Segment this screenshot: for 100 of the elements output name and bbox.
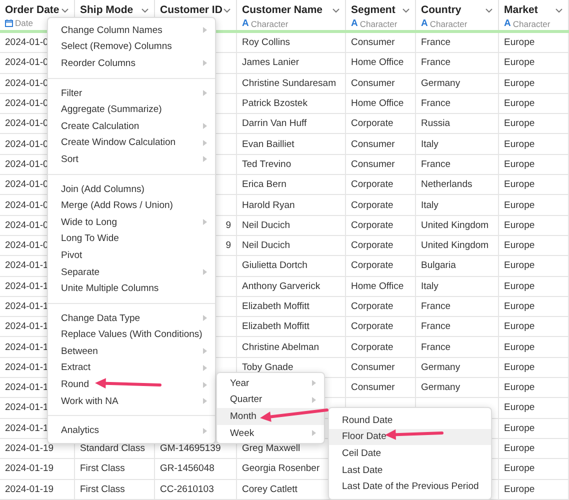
table-cell: GR-1456048 [160, 463, 214, 474]
table-cell: Italy [421, 200, 438, 211]
menu-item[interactable]: Last Date of the Previous Period [329, 478, 491, 495]
table-cell: Europe [504, 220, 535, 231]
menu-item[interactable]: Wide to Long [48, 214, 215, 231]
menu-item[interactable]: Filter [48, 84, 215, 102]
menu-item[interactable]: Round Date [329, 412, 491, 429]
menu-item[interactable]: Pivot [48, 247, 215, 264]
table-cell: 2024-01-0 [5, 37, 48, 48]
menu-item[interactable]: Last Date [329, 462, 491, 478]
table-cell: 2024-01-0 [5, 220, 48, 231]
menu-item[interactable]: Analytics [48, 422, 215, 440]
table-cell: 2024-01-0 [5, 78, 48, 89]
table-cell: 2024-01-0 [5, 138, 48, 150]
table-cell: Europe [504, 138, 535, 150]
table-cell: 2024-01-1 [5, 342, 48, 353]
column-title: Country [421, 4, 462, 16]
menu-item[interactable]: Reorder Columns [48, 55, 215, 72]
table-cell: Corey Catlett [242, 484, 298, 495]
table-cell: James Lanier [242, 57, 300, 68]
table-cell: 2024-01-1 [5, 382, 48, 394]
table-cell: Corporate [351, 301, 394, 312]
submenu-arrow-icon [203, 315, 207, 322]
table-cell: Bulgaria [421, 260, 456, 272]
table-cell: Europe [504, 321, 535, 332]
menu-item[interactable]: Ceil Date [329, 445, 491, 462]
menu-item[interactable]: Week [217, 424, 324, 442]
table-cell: Elizabeth Moffitt [242, 301, 310, 312]
table-cell: 9 [226, 220, 231, 231]
menu-item[interactable]: Replace Values (With Conditions) [48, 326, 215, 344]
menu-item[interactable]: Sort [48, 151, 215, 168]
menu-item[interactable]: Long To Wide [48, 230, 215, 248]
table-cell: 2024-01-1 [5, 321, 48, 332]
menu-item[interactable]: Round [48, 376, 215, 393]
menu-item[interactable]: Select (Remove) Columns [48, 38, 215, 56]
chevron-down-icon[interactable] [141, 8, 149, 12]
table-cell: Russia [421, 118, 450, 130]
table-cell: 2024-01-1 [5, 362, 48, 373]
table-cell: Europe [504, 240, 535, 252]
menu-item[interactable]: Merge (Add Rows / Union) [48, 197, 215, 214]
chevron-down-icon[interactable] [402, 8, 410, 12]
table-cell: 2024-01-0 [5, 98, 48, 110]
table-cell: Europe [504, 260, 535, 272]
column-type: Date [15, 18, 33, 28]
column-title: Order Date [5, 4, 60, 16]
menu-item[interactable]: Separate [48, 264, 215, 280]
column-header[interactable]: Segment A Character [346, 0, 416, 30]
column-header[interactable]: Market A Character [499, 0, 569, 30]
table-cell: Ted Trevino [242, 158, 292, 170]
menu-item[interactable]: Unite Multiple Columns [48, 280, 215, 297]
submenu-arrow-icon [203, 123, 207, 130]
table-cell: France [421, 301, 451, 312]
menu-item[interactable]: Aggregate (Summarize) [48, 101, 215, 118]
chevron-down-icon[interactable] [485, 8, 493, 12]
menu-item[interactable]: Work with NA [48, 392, 215, 410]
chevron-down-icon[interactable] [223, 8, 231, 12]
table-cell: Europe [504, 342, 535, 353]
table-cell: Christine Abelman [242, 342, 320, 353]
table-cell: Corporate [351, 220, 394, 231]
menu-item[interactable]: Join (Add Columns) [48, 180, 215, 198]
menu-item[interactable]: Quarter [217, 392, 324, 408]
menu-item[interactable]: Between [48, 343, 215, 360]
table-cell: Erica Bern [242, 179, 286, 190]
table-cell: Corporate [351, 118, 394, 130]
character-type-icon: A [351, 18, 358, 29]
table-cell: Roy Collins [242, 37, 290, 48]
menu-item[interactable]: Floor Date [329, 428, 491, 446]
table-cell: Neil Ducich [242, 220, 290, 231]
table-cell: Netherlands [421, 179, 472, 190]
chevron-down-icon[interactable] [61, 8, 69, 12]
chevron-down-icon[interactable] [332, 8, 340, 12]
table-cell: Europe [504, 280, 535, 292]
column-header[interactable]: Country A Character [416, 0, 499, 30]
menu-item[interactable]: Change Data Type [48, 310, 215, 326]
table-cell: Patrick Bzostek [242, 98, 308, 110]
table-cell: 2024-01-1 [5, 260, 48, 272]
calendar-icon [5, 19, 13, 27]
table-cell: 2024-01-0 [5, 158, 48, 170]
table-cell: Corporate [351, 321, 394, 332]
table-cell: Europe [504, 98, 535, 110]
table-cell: Europe [504, 57, 535, 68]
table-cell: Europe [504, 463, 535, 474]
chevron-down-icon[interactable] [555, 8, 563, 12]
table-cell: Corporate [351, 260, 394, 272]
column-header[interactable]: Customer Name A Character [237, 0, 346, 30]
menu-item[interactable]: Create Calculation [48, 118, 215, 135]
table-cell: Home Office [351, 98, 404, 110]
column-type: Character [360, 18, 398, 28]
table-cell: 2024-01-19 [5, 443, 54, 454]
table-cell: Home Office [351, 57, 404, 68]
table-cell: 2024-01-19 [5, 484, 54, 495]
submenu-arrow-icon [203, 382, 207, 388]
submenu-arrow-icon [203, 140, 207, 146]
submenu-arrow-icon [312, 430, 316, 436]
menu-item[interactable]: Create Window Calculation [48, 134, 215, 152]
column-title: Market [504, 4, 538, 16]
menu-item[interactable]: Extract [48, 360, 215, 376]
table-cell: Europe [504, 78, 535, 89]
menu-item[interactable]: Year [217, 375, 324, 392]
submenu-arrow-icon [203, 348, 207, 354]
